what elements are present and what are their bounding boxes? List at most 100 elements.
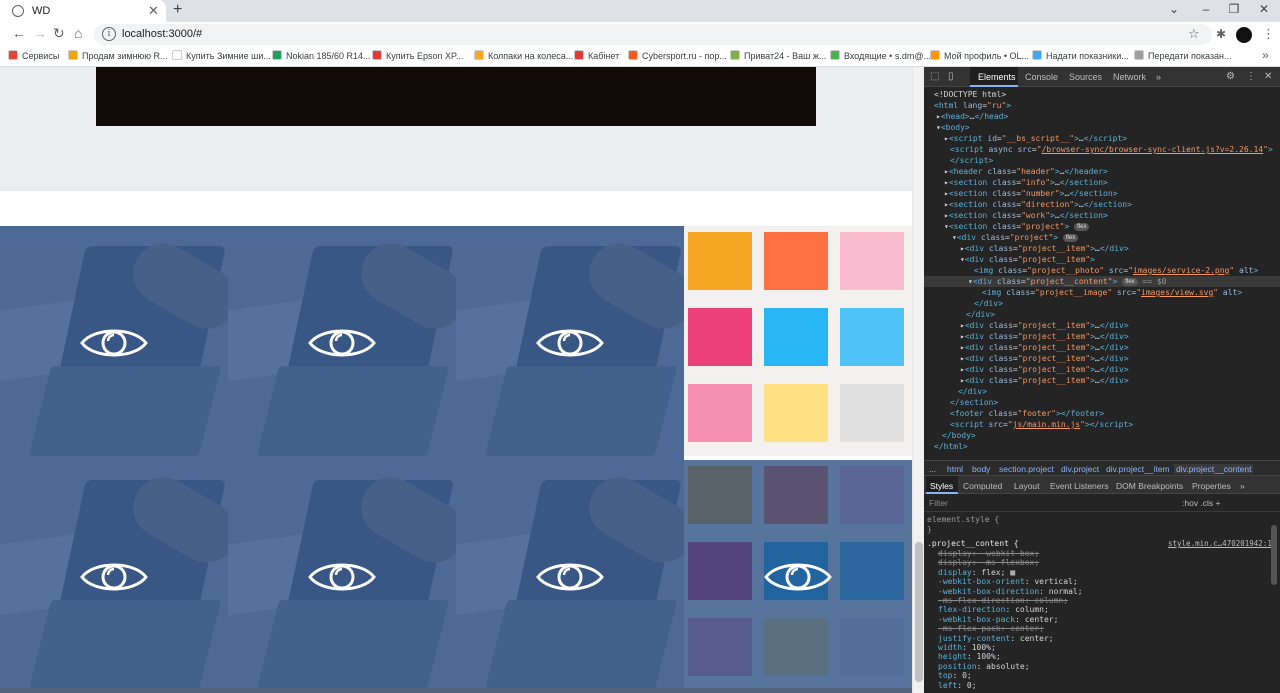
bookmark-item[interactable]: Приват24 - Ваш ж... bbox=[730, 50, 826, 61]
styles-filter-input[interactable]: Filter bbox=[929, 498, 948, 508]
dom-node[interactable]: <!DOCTYPE html> bbox=[934, 89, 1006, 100]
css-declaration[interactable]: display: -webkit-box; bbox=[938, 549, 1039, 558]
dom-node[interactable]: <img class="project__photo" src="images/… bbox=[974, 265, 1258, 276]
dom-node[interactable]: ▸<div class="project__item">…</div> bbox=[960, 353, 1129, 364]
device-toolbar-icon[interactable]: ▯ bbox=[948, 71, 954, 82]
css-declaration[interactable]: width: 100%; bbox=[938, 643, 996, 652]
tab-search-icon[interactable]: ⌄ bbox=[1164, 2, 1184, 16]
devtools-menu-icon[interactable]: ⋮ bbox=[1246, 71, 1256, 82]
breadcrumb-ellipsis[interactable]: ... bbox=[929, 464, 936, 474]
css-property[interactable]: left bbox=[938, 681, 957, 690]
project-item[interactable] bbox=[0, 460, 228, 693]
url-text[interactable]: localhost:3000/# bbox=[122, 28, 202, 40]
css-property[interactable]: flex-direction bbox=[938, 605, 1005, 614]
bookmark-item[interactable]: Мой профиль • OL... bbox=[930, 50, 1029, 61]
breadcrumb-div-project[interactable]: div.project bbox=[1061, 464, 1099, 474]
dom-node[interactable]: </script> bbox=[950, 155, 993, 166]
dom-node[interactable]: </html> bbox=[934, 441, 968, 452]
dom-node[interactable]: ▸<div class="project__item">…</div> bbox=[960, 243, 1129, 254]
css-property[interactable]: display bbox=[938, 558, 972, 567]
view-eye-icon[interactable] bbox=[80, 557, 148, 597]
css-property[interactable]: justify-content bbox=[938, 634, 1010, 643]
css-property[interactable]: -webkit-box-direction bbox=[938, 587, 1039, 596]
css-declaration[interactable]: display: -ms-flexbox; bbox=[938, 558, 1039, 567]
page-scrollbar[interactable] bbox=[912, 67, 924, 693]
close-tab-icon[interactable]: ✕ bbox=[148, 3, 159, 19]
css-declaration[interactable]: top: 0; bbox=[938, 671, 972, 680]
css-declaration[interactable]: -ms-flex-direction: column; bbox=[938, 596, 1068, 605]
project-item[interactable] bbox=[228, 460, 456, 693]
breadcrumb-div-project-item[interactable]: div.project__item bbox=[1106, 464, 1170, 474]
view-eye-icon[interactable] bbox=[80, 323, 148, 363]
css-declaration[interactable]: -ms-flex-pack: center; bbox=[938, 624, 1044, 633]
dom-node[interactable]: </section> bbox=[950, 397, 998, 408]
css-value[interactable]: -ms-flexbox; bbox=[981, 558, 1039, 567]
css-property[interactable]: position bbox=[938, 662, 977, 671]
css-property[interactable]: display bbox=[938, 549, 972, 558]
view-eye-icon[interactable] bbox=[308, 323, 376, 363]
tab-computed[interactable]: Computed bbox=[963, 481, 1002, 491]
css-property[interactable]: height bbox=[938, 652, 967, 661]
reload-icon[interactable]: ↻ bbox=[53, 25, 65, 42]
project-content-overlay[interactable] bbox=[228, 460, 456, 693]
tab-dom-breakpoints[interactable]: DOM Breakpoints bbox=[1116, 481, 1183, 491]
dom-node[interactable]: </div> bbox=[974, 298, 1003, 309]
css-value[interactable]: column; bbox=[1015, 605, 1049, 614]
dom-node[interactable]: <html lang="ru"> bbox=[934, 100, 1011, 111]
tab-event-listeners[interactable]: Event Listeners bbox=[1050, 481, 1109, 491]
css-value[interactable]: vertical; bbox=[1034, 577, 1077, 586]
tab-layout[interactable]: Layout bbox=[1014, 481, 1040, 491]
more-subtabs-icon[interactable]: » bbox=[1240, 481, 1245, 491]
dom-tree[interactable]: <!DOCTYPE html> <html lang="ru"> ▸<head>… bbox=[924, 88, 1280, 460]
gear-icon[interactable]: ⚙ bbox=[1226, 71, 1235, 82]
breadcrumb-div-project-content[interactable]: div.project__content bbox=[1174, 464, 1254, 474]
css-property[interactable]: -webkit-box-orient bbox=[938, 577, 1025, 586]
more-tabs-icon[interactable]: » bbox=[1156, 72, 1161, 82]
css-value[interactable]: 0; bbox=[967, 681, 977, 690]
css-value[interactable]: absolute; bbox=[986, 662, 1029, 671]
dom-node[interactable]: ▸<script id="__bs_script__">…</script> bbox=[944, 133, 1127, 144]
dom-node[interactable]: <script src="js/main.min.js"></script> bbox=[950, 419, 1133, 430]
css-property[interactable]: -ms-flex-direction bbox=[938, 596, 1025, 605]
breadcrumb-html[interactable]: html bbox=[947, 464, 963, 474]
new-tab-button[interactable]: + bbox=[173, 1, 182, 19]
project-content-overlay[interactable] bbox=[228, 226, 456, 460]
css-value[interactable]: 100%; bbox=[972, 643, 996, 652]
menu-dots-icon[interactable]: ⋮ bbox=[1262, 26, 1275, 42]
dom-node[interactable]: ▸<header class="header">…</header> bbox=[944, 166, 1108, 177]
dom-node[interactable]: ▸<div class="project__item">…</div> bbox=[960, 331, 1129, 342]
bookmark-item[interactable]: Колпаки на колеса... bbox=[474, 50, 573, 61]
close-devtools-icon[interactable]: ✕ bbox=[1264, 71, 1272, 82]
project-content-overlay[interactable] bbox=[0, 460, 228, 693]
bookmark-item[interactable]: Сервисы bbox=[8, 50, 59, 61]
dom-node[interactable]: <img class="project__image" src="images/… bbox=[982, 287, 1242, 298]
bookmark-item[interactable]: Продам зимнюю R... bbox=[68, 50, 168, 61]
dom-node[interactable]: ▾<section class="project"> flex bbox=[944, 221, 1090, 232]
css-value[interactable]: 100%; bbox=[977, 652, 1001, 661]
css-property[interactable]: width bbox=[938, 643, 962, 652]
css-declaration[interactable]: justify-content: center; bbox=[938, 634, 1054, 643]
dom-node[interactable]: ▸<head>…</head> bbox=[936, 111, 1008, 122]
address-bar[interactable]: i localhost:3000/# ☆ bbox=[94, 24, 1212, 45]
project-item[interactable] bbox=[684, 226, 912, 460]
css-declaration[interactable]: -webkit-box-direction: normal; bbox=[938, 587, 1083, 596]
rule-source-link[interactable]: style.min.c…470201942:1 bbox=[1168, 539, 1272, 548]
dom-node[interactable]: ▾<div class="project__item"> bbox=[960, 254, 1095, 265]
project-content-overlay[interactable] bbox=[456, 226, 684, 460]
css-property[interactable]: -webkit-box-pack bbox=[938, 615, 1015, 624]
view-eye-icon[interactable] bbox=[308, 557, 376, 597]
css-value[interactable]: flex; ▦ bbox=[981, 568, 1015, 577]
view-eye-icon[interactable] bbox=[536, 557, 604, 597]
dom-node[interactable]: ▸<div class="project__item">…</div> bbox=[960, 342, 1129, 353]
dom-node[interactable]: ▸<section class="work">…</section> bbox=[944, 210, 1108, 221]
dom-node[interactable]: ▸<div class="project__item">…</div> bbox=[960, 320, 1129, 331]
project-content-overlay[interactable] bbox=[0, 226, 228, 460]
project-item[interactable] bbox=[228, 226, 456, 460]
dom-node[interactable]: ▸<section class="number">…</section> bbox=[944, 188, 1117, 199]
project-item[interactable] bbox=[456, 226, 684, 460]
tab-properties[interactable]: Properties bbox=[1192, 481, 1231, 491]
bookmark-item[interactable]: Кабінет bbox=[574, 50, 619, 61]
dom-node[interactable]: </body> bbox=[942, 430, 976, 441]
css-property[interactable]: top bbox=[938, 671, 952, 680]
css-value[interactable]: -webkit-box; bbox=[981, 549, 1039, 558]
